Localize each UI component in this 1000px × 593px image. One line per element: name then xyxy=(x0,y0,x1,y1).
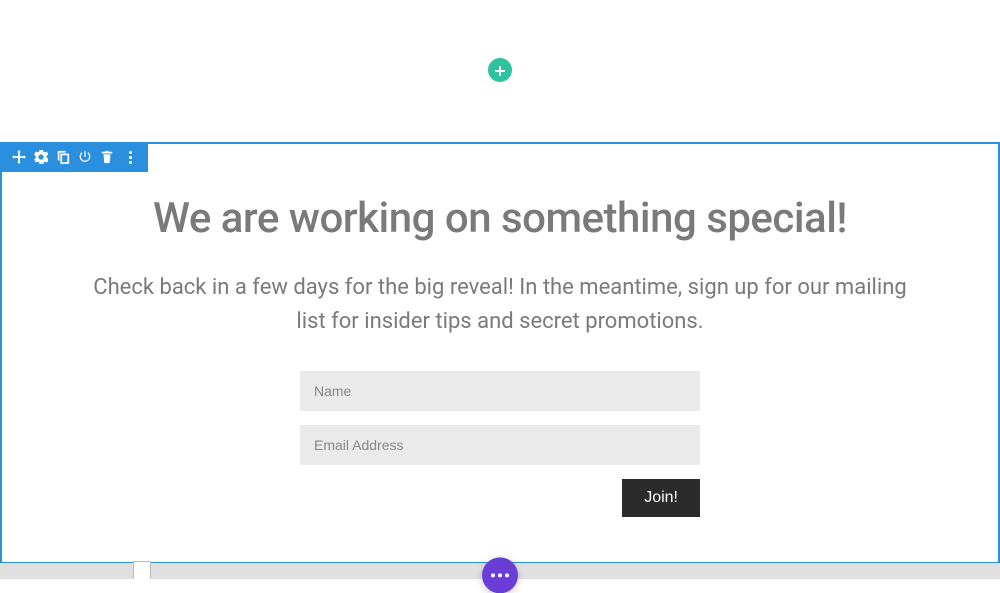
gear-icon[interactable] xyxy=(30,146,52,168)
name-field[interactable] xyxy=(300,371,700,411)
submit-button[interactable]: Join! xyxy=(622,479,700,517)
module-frame: We are working on something special! Che… xyxy=(0,142,1000,564)
duplicate-icon[interactable] xyxy=(52,146,74,168)
module-content: We are working on something special! Che… xyxy=(2,144,998,479)
dots-horizontal-icon xyxy=(491,573,509,577)
page-settings-fab[interactable] xyxy=(482,557,518,593)
module-toolbar xyxy=(0,142,148,172)
subheading: Check back in a few days for the big rev… xyxy=(90,271,910,339)
bottom-marker xyxy=(133,561,151,579)
power-icon[interactable] xyxy=(74,146,96,168)
heading: We are working on something special! xyxy=(82,194,918,243)
email-field[interactable] xyxy=(300,425,700,465)
trash-icon[interactable] xyxy=(96,146,118,168)
add-section-button[interactable] xyxy=(488,58,512,82)
move-icon[interactable] xyxy=(8,146,30,168)
plus-icon xyxy=(495,61,505,80)
more-icon[interactable] xyxy=(118,146,140,168)
signup-form: Join! xyxy=(300,371,700,479)
